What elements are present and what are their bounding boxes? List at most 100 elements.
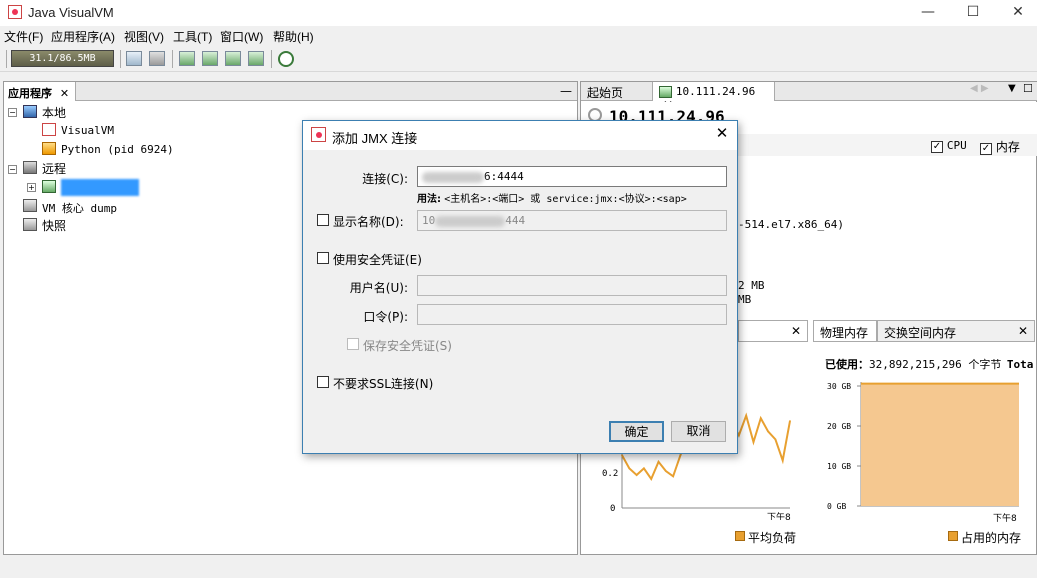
load-point-4 [650, 478, 653, 480]
load-chart-tab[interactable]: ✕ [738, 320, 808, 342]
load-point-5 [657, 461, 660, 463]
tick-label-0.2: 0.2 [602, 469, 618, 479]
load-dump-icon[interactable] [149, 51, 165, 66]
applications-tabbar [4, 82, 577, 101]
tick-label-0: 0 [610, 504, 615, 514]
snapshot-icon [23, 218, 37, 231]
tree-item-snapshots[interactable]: 快照 [42, 217, 66, 234]
load-point-20 [767, 430, 769, 433]
add-jmx-connection-icon[interactable] [202, 51, 218, 66]
add-remote-host-icon[interactable] [179, 51, 195, 66]
tree-item-remote[interactable]: 远程 [42, 160, 66, 177]
add-snapshot-icon[interactable] [248, 51, 264, 66]
save-security-checkbox[interactable] [347, 338, 359, 350]
tab-swap-memory[interactable]: 交换空间内存 ✕ [877, 320, 1035, 342]
tab-close-icon[interactable]: ✕ [1018, 324, 1028, 338]
password-input[interactable] [417, 304, 727, 325]
memory-tick-label: 0 GB [827, 502, 846, 511]
close-button[interactable]: ✕ [995, 0, 1037, 26]
cpu-checkbox[interactable]: ✓ CPU [931, 138, 967, 153]
tree-item-vm-coredump[interactable]: VM 核心 dump [42, 200, 117, 216]
local-host-icon [23, 105, 37, 118]
tree-collapse-icon[interactable]: − [8, 165, 17, 174]
tab-list-dropdown-icon[interactable]: ▼ [1008, 83, 1016, 94]
menu-view[interactable]: 视图(V) [124, 28, 164, 45]
tab-close-icon[interactable]: ✕ [791, 324, 801, 338]
username-input[interactable] [417, 275, 727, 296]
display-name-input[interactable]: 10 444 [417, 210, 727, 231]
tree-item-visualvm[interactable]: VisualVM [61, 124, 114, 137]
load-point-0 [621, 454, 623, 456]
maximize-button[interactable]: ☐ [950, 0, 996, 26]
password-label: 口令(P): [363, 310, 408, 324]
connection-usage-hint: 用法: <主机名>:<端口> 或 service:jmx:<协议>:<sap> [417, 190, 687, 205]
load-point-17 [745, 414, 747, 417]
load-point-3 [643, 467, 645, 470]
host-mem-info-2: MB [738, 293, 752, 306]
minimize-button[interactable]: — [905, 0, 951, 26]
tab-physical-memory[interactable]: 物理内存 [813, 320, 877, 342]
x-tick-label: 下午8 [767, 511, 791, 520]
checkbox-checked-icon: ✓ [931, 141, 943, 153]
legend-swatch-load [735, 531, 745, 541]
memory-checkbox[interactable]: ✓ 内存 [980, 138, 1020, 155]
menu-help[interactable]: 帮助(H) [273, 28, 314, 45]
tree-item-remote-host-selected[interactable] [61, 179, 139, 196]
checkbox-checked-icon: ✓ [980, 143, 992, 155]
host-mem-info-1: 2 MB [738, 279, 765, 292]
tab-applications[interactable]: 应用程序 ✕ [4, 82, 76, 101]
tab-start-page[interactable]: 起始页 ✕ [581, 82, 653, 115]
tab-close-icon[interactable]: ✕ [60, 87, 69, 100]
menu-window[interactable]: 窗口(W) [220, 28, 263, 45]
use-security-checkbox[interactable] [317, 252, 329, 264]
display-name-prefix: 10 [422, 214, 436, 227]
load-snapshot-icon[interactable] [126, 51, 142, 66]
save-security-label: 保存安全凭证(S) [363, 339, 452, 353]
memory-chart: 0 GB 10 GB 20 GB 30 GB 下午8 [827, 382, 1019, 523]
menu-applications[interactable]: 应用程序(A) [51, 28, 115, 45]
toolbar-separator [172, 50, 173, 68]
legend-label-load: 平均负荷 [748, 531, 797, 545]
java-app-icon [42, 142, 56, 155]
profiler-gauge-icon[interactable] [278, 51, 294, 67]
visualvm-app-icon [8, 5, 22, 19]
remote-host-icon [42, 180, 56, 193]
memory-y-ticks: 0 GB 10 GB 20 GB 30 GB [827, 382, 861, 511]
load-point-23 [789, 420, 791, 422]
dialog-title: 添加 JMX 连接 [332, 131, 418, 146]
load-point-1 [628, 467, 631, 470]
memory-series [861, 382, 1019, 506]
no-ssl-checkbox[interactable] [317, 376, 329, 388]
tab-scroll-left-icon[interactable]: ◀ ▶ [970, 83, 989, 94]
usage-text: <主机名>:<端口> 或 service:jmx:<协议>:<sap> [444, 194, 687, 205]
toolbar-separator [120, 50, 121, 68]
memory-meter[interactable]: 31.1/86.5MB [11, 50, 114, 67]
usage-label: 用法: [417, 194, 441, 205]
load-point-7 [672, 475, 674, 478]
cancel-button[interactable]: 取消 [671, 421, 726, 442]
load-point-22 [781, 459, 784, 462]
tree-collapse-icon[interactable]: − [8, 108, 17, 117]
menu-file[interactable]: 文件(F) [4, 28, 43, 45]
redacted-name [435, 215, 506, 227]
ok-button[interactable]: 确定 [609, 421, 664, 442]
connection-input[interactable]: 6:4444 [417, 166, 727, 187]
memory-tick-label: 20 GB [827, 422, 851, 431]
dialog-close-button[interactable]: ✕ [712, 124, 732, 142]
tab-remote-host[interactable]: 10.111.24.96 ✕ [653, 82, 775, 112]
display-name-checkbox[interactable] [317, 214, 329, 226]
panel-minimize-button[interactable]: — [560, 84, 572, 98]
total-label: Tota [1006, 358, 1034, 371]
add-vm-coredump-icon[interactable] [225, 51, 241, 66]
tree-item-local[interactable]: 本地 [42, 104, 66, 121]
connection-value: 6:4444 [484, 170, 524, 183]
toolbar-separator [271, 50, 272, 68]
memory-tick-label: 10 GB [827, 462, 851, 471]
tree-expand-icon[interactable]: + [27, 183, 36, 192]
tab-swap-memory-label: 交换空间内存 [884, 326, 957, 340]
tree-item-python[interactable]: Python (pid 6924) [61, 143, 174, 156]
maximize-panel-icon[interactable]: ☐ [1023, 82, 1033, 95]
menu-tools[interactable]: 工具(T) [173, 28, 212, 45]
host-os-info: -514.el7.x86_64) [738, 218, 844, 231]
remote-hosts-icon [23, 161, 37, 174]
